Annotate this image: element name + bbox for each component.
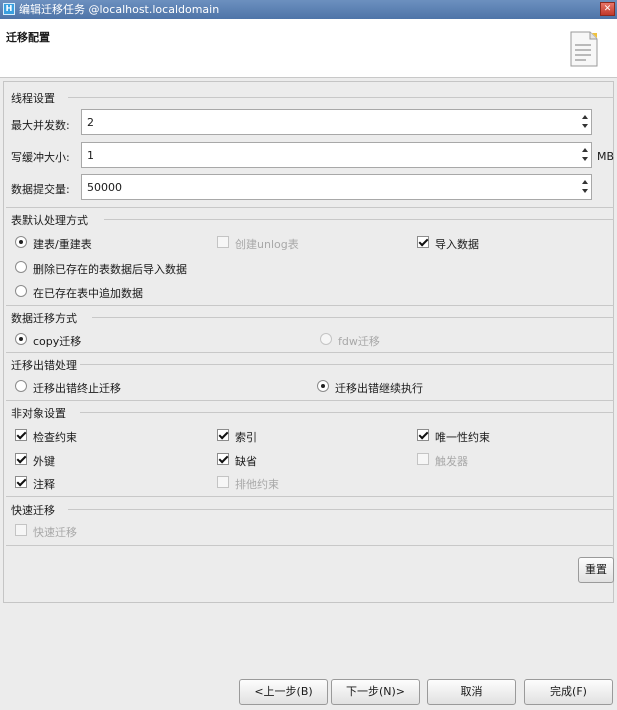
document-icon [570,31,598,67]
wizard-header: 迁移配置 [0,19,617,78]
write-buffer-unit: MB [597,150,615,163]
non-object-line [80,412,614,413]
copy-migration-text: copy迁移 [33,335,82,348]
stepper-down-icon[interactable] [582,157,588,161]
fast-migration-line [68,509,614,510]
non-object-bottom [6,496,614,497]
next-button[interactable]: 下一步(N)> [331,679,420,705]
stepper-down-icon[interactable] [582,189,588,193]
check-constraint-text: 检查约束 [33,431,77,444]
checkbox-checked-icon[interactable] [417,236,429,248]
append-text: 在已存在表中追加数据 [33,287,143,300]
reset-button[interactable]: 重置 [578,557,614,583]
write-buffer-value: 1 [87,149,94,162]
fast-migration-bottom [6,545,614,546]
trigger-text: 触发器 [435,455,468,468]
write-buffer-stepper[interactable]: 1 [81,142,592,168]
default-text: 缺省 [235,455,257,468]
checkbox-checked-icon[interactable] [417,429,429,441]
index-text: 索引 [235,431,257,444]
comment-text: 注释 [33,478,55,491]
radio-icon[interactable] [15,380,27,392]
radio-icon[interactable] [15,261,27,273]
checkbox-checked-icon[interactable] [217,453,229,465]
checkbox-checked-icon[interactable] [15,476,27,488]
migration-mode-bottom [6,352,614,353]
stepper-up-icon[interactable] [582,180,588,184]
create-unlog-text: 创建unlog表 [235,238,299,251]
window-title: 编辑迁移任务 @localhost.localdomain [19,3,220,16]
checkbox-checked-icon[interactable] [217,429,229,441]
max-concurrency-stepper[interactable]: 2 [81,109,592,135]
max-concurrency-label: 最大并发数: [11,119,70,132]
page-title: 迁移配置 [6,31,50,44]
prev-button[interactable]: <上一步(B) [239,679,328,705]
checkbox-checked-icon[interactable] [15,453,27,465]
title-bar: H 编辑迁移任务 @localhost.localdomain ✕ [0,0,617,19]
table-handling-label: 表默认处理方式 [11,214,88,227]
fast-migration-label: 快速迁移 [11,504,55,517]
stepper-up-icon[interactable] [582,148,588,152]
create-table-text: 建表/重建表 [33,238,92,251]
checkbox-icon [15,524,27,536]
error-handling-bottom [6,400,614,401]
thread-group-line [68,97,614,98]
radio-selected-icon[interactable] [15,236,27,248]
batch-label: 数据提交量: [11,183,70,196]
checkbox-icon [217,476,229,488]
stepper-up-icon[interactable] [582,115,588,119]
finish-button[interactable]: 完成(F) [524,679,613,705]
max-concurrency-value: 2 [87,116,94,129]
migration-mode-label: 数据迁移方式 [11,312,77,325]
thread-group-label: 线程设置 [11,92,55,105]
unique-constraint-text: 唯一性约束 [435,431,490,444]
cancel-button[interactable]: 取消 [427,679,516,705]
table-handling-bottom [6,305,614,306]
app-icon: H [3,3,15,15]
checkbox-icon [217,236,229,248]
continue-on-error-text: 迁移出错继续执行 [335,382,423,395]
radio-icon [320,333,332,345]
stepper-down-icon[interactable] [582,124,588,128]
foreign-key-text: 外键 [33,455,55,468]
checkbox-icon [417,453,429,465]
stop-on-error-text: 迁移出错终止迁移 [33,382,121,395]
stepper-arrows[interactable] [579,143,591,167]
thread-group-bottom [6,207,614,208]
close-button[interactable]: ✕ [600,2,615,16]
write-buffer-label: 写缓冲大小: [11,151,70,164]
import-data-text: 导入数据 [435,238,479,251]
error-handling-line [80,364,614,365]
table-handling-line [104,219,614,220]
batch-stepper[interactable]: 50000 [81,174,592,200]
stepper-arrows[interactable] [579,110,591,134]
fast-migration-text: 快速迁移 [33,526,77,539]
fdw-migration-text: fdw迁移 [338,335,380,348]
radio-selected-icon[interactable] [317,380,329,392]
non-object-label: 非对象设置 [11,407,66,420]
error-handling-label: 迁移出错处理 [11,359,77,372]
delete-import-text: 删除已存在的表数据后导入数据 [33,263,187,276]
radio-icon[interactable] [15,285,27,297]
radio-selected-icon[interactable] [15,333,27,345]
batch-value: 50000 [87,181,122,194]
migration-mode-line [92,317,614,318]
stepper-arrows[interactable] [579,175,591,199]
exclude-constraint-text: 排他约束 [235,478,279,491]
checkbox-checked-icon[interactable] [15,429,27,441]
